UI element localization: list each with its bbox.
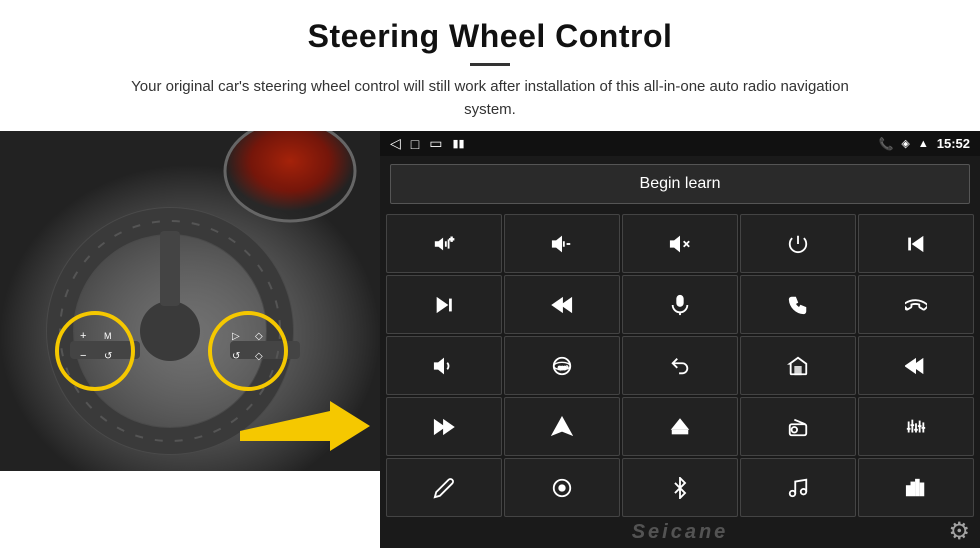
signal-icon: ▮▮ [452,137,464,150]
title-divider [470,63,510,66]
status-left: ◁ □ ▭ ▮▮ [390,135,465,152]
back-nav-icon[interactable]: ◁ [390,135,401,152]
svg-text:↺: ↺ [232,351,240,362]
wifi-status-icon: ▲ [918,138,929,150]
home-button[interactable] [740,336,856,395]
svg-text:↺: ↺ [104,351,112,362]
vol-down-button[interactable] [504,214,620,273]
svg-text:+: + [80,330,86,342]
nav-button[interactable] [504,397,620,456]
location-status-icon: ◈ [901,137,909,150]
mute-button[interactable] [622,214,738,273]
phone-status-icon: 📞 [878,137,893,151]
recent-nav-icon[interactable]: ▭ [429,135,442,152]
steering-wheel-image: + M − ↺ ▷ ◇ ↺ ◇ [0,131,380,471]
steering-bg: + M − ↺ ▷ ◇ ↺ ◇ [0,131,380,471]
speaker-button[interactable] [386,336,502,395]
page-title: Steering Wheel Control [40,18,940,55]
settings-gear-button[interactable]: ⚙ [948,517,970,546]
360-view-button[interactable]: 360° [504,336,620,395]
android-ui: ◁ □ ▭ ▮▮ 📞 ◈ ▲ 15:52 Begin learn [380,131,980,548]
seicane-watermark: Seicane [632,521,729,544]
vol-up-button[interactable]: + [386,214,502,273]
phone-answer-button[interactable] [740,275,856,334]
svg-text:▷: ▷ [232,331,240,342]
mic-button[interactable] [622,275,738,334]
svg-text:−: − [80,350,86,362]
back-button[interactable] [622,336,738,395]
power-button[interactable] [740,214,856,273]
bluetooth-button[interactable] [622,458,738,517]
header-section: Steering Wheel Control Your original car… [0,0,980,131]
home-nav-icon[interactable]: □ [411,136,419,152]
svg-text:M: M [104,331,112,341]
time-display: 15:52 [937,136,970,151]
phone-hangup-button[interactable] [858,275,974,334]
content-area: + M − ↺ ▷ ◇ ↺ ◇ ◁ □ [0,131,980,548]
controls-grid: + [380,212,980,519]
radio-button[interactable] [740,397,856,456]
next-track-button[interactable] [386,275,502,334]
fast-backward-button[interactable] [504,275,620,334]
svg-text:◇: ◇ [255,351,263,362]
circle-settings-button[interactable] [504,458,620,517]
begin-learn-row: Begin learn [380,156,980,212]
page-container: Steering Wheel Control Your original car… [0,0,980,548]
svg-text:360°: 360° [558,365,568,370]
music-button[interactable] [740,458,856,517]
status-right: 📞 ◈ ▲ 15:52 [878,136,970,151]
pen-button[interactable] [386,458,502,517]
svg-text:+: + [450,234,454,243]
sound-bars-button[interactable] [858,458,974,517]
status-bar: ◁ □ ▭ ▮▮ 📞 ◈ ▲ 15:52 [380,131,980,156]
fast-forward-button[interactable] [386,397,502,456]
begin-learn-button[interactable]: Begin learn [390,164,970,204]
svg-text:◇: ◇ [255,331,263,342]
prev-track-button[interactable] [858,214,974,273]
subtitle: Your original car's steering wheel contr… [130,76,850,121]
equalizer-button[interactable] [858,397,974,456]
eject-button[interactable] [622,397,738,456]
skip-back-button[interactable] [858,336,974,395]
